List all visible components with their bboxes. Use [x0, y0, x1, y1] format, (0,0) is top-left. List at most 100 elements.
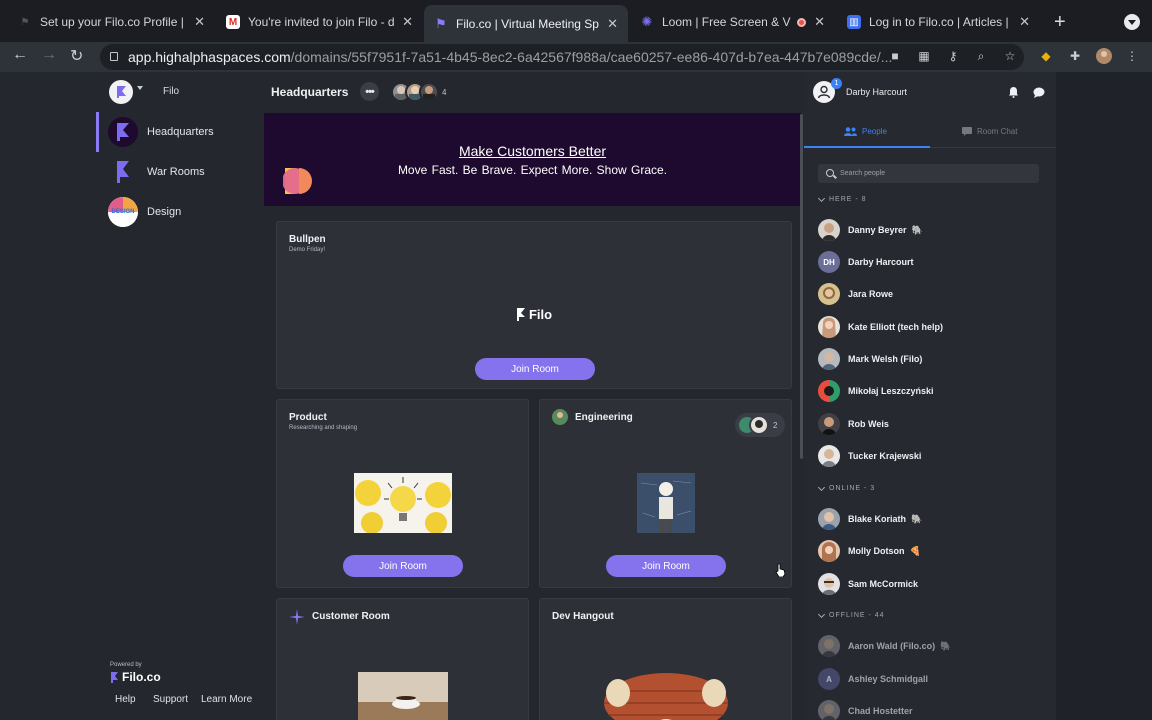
zoom-icon[interactable]: ⌕	[973, 48, 989, 64]
bell-icon[interactable]	[1006, 85, 1020, 99]
avatar	[818, 540, 840, 562]
person-row[interactable]: A Ashley Schmidgall	[818, 668, 928, 690]
browser-tab-strip: ⚑ Set up your Filo.co Profile | Fi ✕ M Y…	[0, 0, 1152, 42]
join-room-button[interactable]: Join Room	[343, 555, 463, 577]
person-row[interactable]: Blake Koriath 🐘	[818, 508, 922, 530]
address-bar[interactable]: app.highalphaspaces.com/domains/55f7951f…	[100, 44, 1024, 70]
person-row[interactable]: DH Darby Harcourt	[818, 251, 914, 273]
qr-code-icon[interactable]: ▦	[916, 48, 932, 64]
notification-badge: 1	[831, 78, 842, 89]
person-row[interactable]: Mikołaj Leszczyński	[818, 380, 934, 402]
sidebar-item-label: Headquarters	[147, 126, 214, 138]
sidebar-item-headquarters[interactable]: Headquarters	[96, 112, 264, 152]
search-people-input[interactable]: Search people	[818, 164, 1039, 183]
person-row[interactable]: Kate Elliott (tech help)	[818, 316, 943, 338]
help-link[interactable]: Help	[115, 694, 136, 705]
bookmark-star-icon[interactable]: ☆	[1002, 48, 1018, 64]
close-tab-icon[interactable]: ✕	[402, 14, 413, 30]
room-subtitle: Demo Friday!	[289, 247, 326, 253]
more-menu-icon[interactable]: ⋮	[1124, 48, 1140, 64]
participant-count: 4	[442, 88, 447, 97]
person-row[interactable]: Sam McCormick	[818, 573, 918, 595]
workspace-logo[interactable]	[109, 80, 133, 104]
people-panel: 1 Darby Harcourt People Room Chat Search…	[804, 72, 1056, 720]
avatar: DH	[818, 251, 840, 273]
filo-flag-icon	[108, 117, 138, 147]
coffee-image	[358, 672, 448, 720]
loom-icon: ✺	[641, 14, 653, 29]
group-header-online[interactable]: ONLINE - 3	[817, 483, 875, 492]
person-row[interactable]: Aaron Wald (Filo.co) 🐘	[818, 635, 951, 657]
browser-tab[interactable]: M You're invited to join Filo - da ✕	[216, 7, 423, 37]
filo-flag-icon	[516, 308, 525, 321]
profile-avatar[interactable]	[1096, 48, 1112, 64]
sidebar-item-label: War Rooms	[147, 166, 205, 178]
join-room-button[interactable]: Join Room	[475, 358, 595, 380]
join-room-button[interactable]: Join Room	[606, 555, 726, 577]
scrollbar[interactable]	[800, 114, 803, 459]
banner-subtitle: Move Fast. Be Brave. Expect More. Show G…	[397, 163, 668, 177]
room-title: Customer Room	[312, 611, 390, 622]
support-link[interactable]: Support	[153, 694, 188, 705]
avatar	[818, 283, 840, 305]
learn-more-link[interactable]: Learn More	[201, 694, 252, 705]
tab-search-icon[interactable]	[1124, 14, 1140, 30]
close-tab-icon[interactable]: ✕	[814, 14, 825, 30]
chevron-down-icon[interactable]	[137, 86, 143, 90]
person-row[interactable]: Chad Hostetter	[818, 700, 913, 720]
avatar	[818, 219, 840, 241]
person-row[interactable]: Rob Weis	[818, 413, 889, 435]
room-title: Bullpen	[289, 234, 326, 245]
forward-icon[interactable]: →	[41, 46, 57, 64]
filo-co-logo[interactable]: Filo.co	[110, 670, 161, 684]
avatar[interactable]	[419, 82, 439, 102]
filo-logo: Filo	[277, 307, 791, 322]
person-row[interactable]: Molly Dotson 🍕	[818, 540, 921, 562]
avatar	[818, 573, 840, 595]
person-row[interactable]: Mark Welsh (Filo)	[818, 348, 922, 370]
sidebar-item-war-rooms[interactable]: War Rooms	[96, 152, 264, 192]
close-tab-icon[interactable]: ✕	[1019, 14, 1030, 30]
new-tab-icon[interactable]: +	[1054, 11, 1066, 34]
tab-room-chat[interactable]: Room Chat	[962, 124, 1017, 138]
group-header-offline[interactable]: OFFLINE - 44	[817, 610, 885, 619]
browser-tab[interactable]: ⚑ Set up your Filo.co Profile | Fi ✕	[8, 7, 215, 37]
person-row[interactable]: Tucker Krajewski	[818, 445, 921, 467]
group-header-here[interactable]: HERE - 8	[817, 194, 867, 203]
person-row[interactable]: Jara Rowe	[818, 283, 893, 305]
person-row[interactable]: Danny Beyrer 🐘	[818, 219, 923, 241]
browser-tab-active[interactable]: ⚑ Filo.co | Virtual Meeting Spac ✕	[424, 5, 628, 42]
filo-faded-icon: ⚑	[20, 16, 30, 28]
room-card-dev-hangout: Dev Hangout	[539, 598, 792, 720]
extension-icon[interactable]: ◆	[1038, 48, 1054, 64]
filo-flag-icon	[117, 86, 126, 98]
more-options-button[interactable]: •••	[360, 82, 379, 101]
filo-app: Filo Headquarters War Rooms DESIGN Desig…	[0, 72, 1152, 720]
chat-bubble-icon[interactable]	[1032, 85, 1046, 99]
people-icon	[844, 126, 857, 136]
participants-pill[interactable]: 2	[735, 413, 785, 437]
current-user-name: Darby Harcourt	[846, 87, 908, 97]
page-title: Headquarters	[271, 85, 349, 99]
browser-tab[interactable]: ✺ Loom | Free Screen & Vid ✕	[630, 7, 835, 37]
puzzle-icon[interactable]: ✚	[1067, 48, 1083, 64]
avatar: A	[818, 668, 840, 690]
reload-icon[interactable]: ↻	[70, 46, 83, 66]
banner-title[interactable]: Make Customers Better	[264, 143, 801, 159]
sidebar-item-design[interactable]: DESIGN Design	[96, 192, 264, 232]
empty-background	[1056, 72, 1152, 720]
brick-wall-image	[604, 673, 728, 720]
camera-icon[interactable]: ■	[887, 48, 903, 64]
tab-people[interactable]: People	[844, 124, 887, 138]
avatar	[818, 508, 840, 530]
browser-tab[interactable]: ▥ Log in to Filo.co | Articles | A ✕	[837, 7, 1040, 37]
back-icon[interactable]: ←	[12, 46, 28, 64]
close-tab-icon[interactable]: ✕	[607, 16, 618, 32]
room-card-customer: Customer Room	[276, 598, 529, 720]
participant-count: 2	[773, 421, 778, 430]
avatar	[818, 445, 840, 467]
close-tab-icon[interactable]: ✕	[194, 14, 205, 30]
key-icon[interactable]: ⚷	[945, 48, 961, 64]
chevron-down-icon	[817, 194, 826, 202]
chevron-down-icon	[817, 610, 826, 618]
